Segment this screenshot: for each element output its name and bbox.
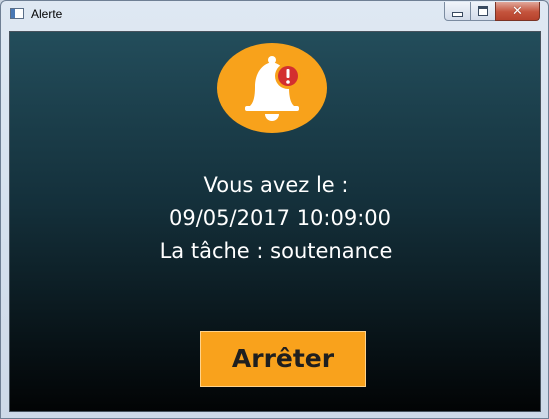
alert-datetime: 09/05/2017 10:09:00 [168,206,392,230]
minimize-button[interactable] [444,2,471,21]
maximize-button[interactable] [470,2,496,21]
window-title: Alerte [31,7,63,21]
minimize-icon [452,11,463,17]
stop-button[interactable]: Arrêter [200,331,366,387]
title-bar[interactable]: Alerte ✕ [1,1,548,28]
alert-content: Vous avez le : 09/05/2017 10:09:00 La tâ… [9,31,541,412]
alert-window: Alerte ✕ Vous avez le: 09/05/2017 10:09… [0,0,549,419]
close-button[interactable]: ✕ [495,2,540,21]
close-icon: ✕ [512,3,523,19]
alert-message-line-1: Vous avez le : [203,173,349,197]
window-app-icon [10,8,24,19]
alert-task: La tâche : soutenance [159,239,393,263]
bell-alert-icon [217,43,327,133]
maximize-icon [478,6,488,16]
